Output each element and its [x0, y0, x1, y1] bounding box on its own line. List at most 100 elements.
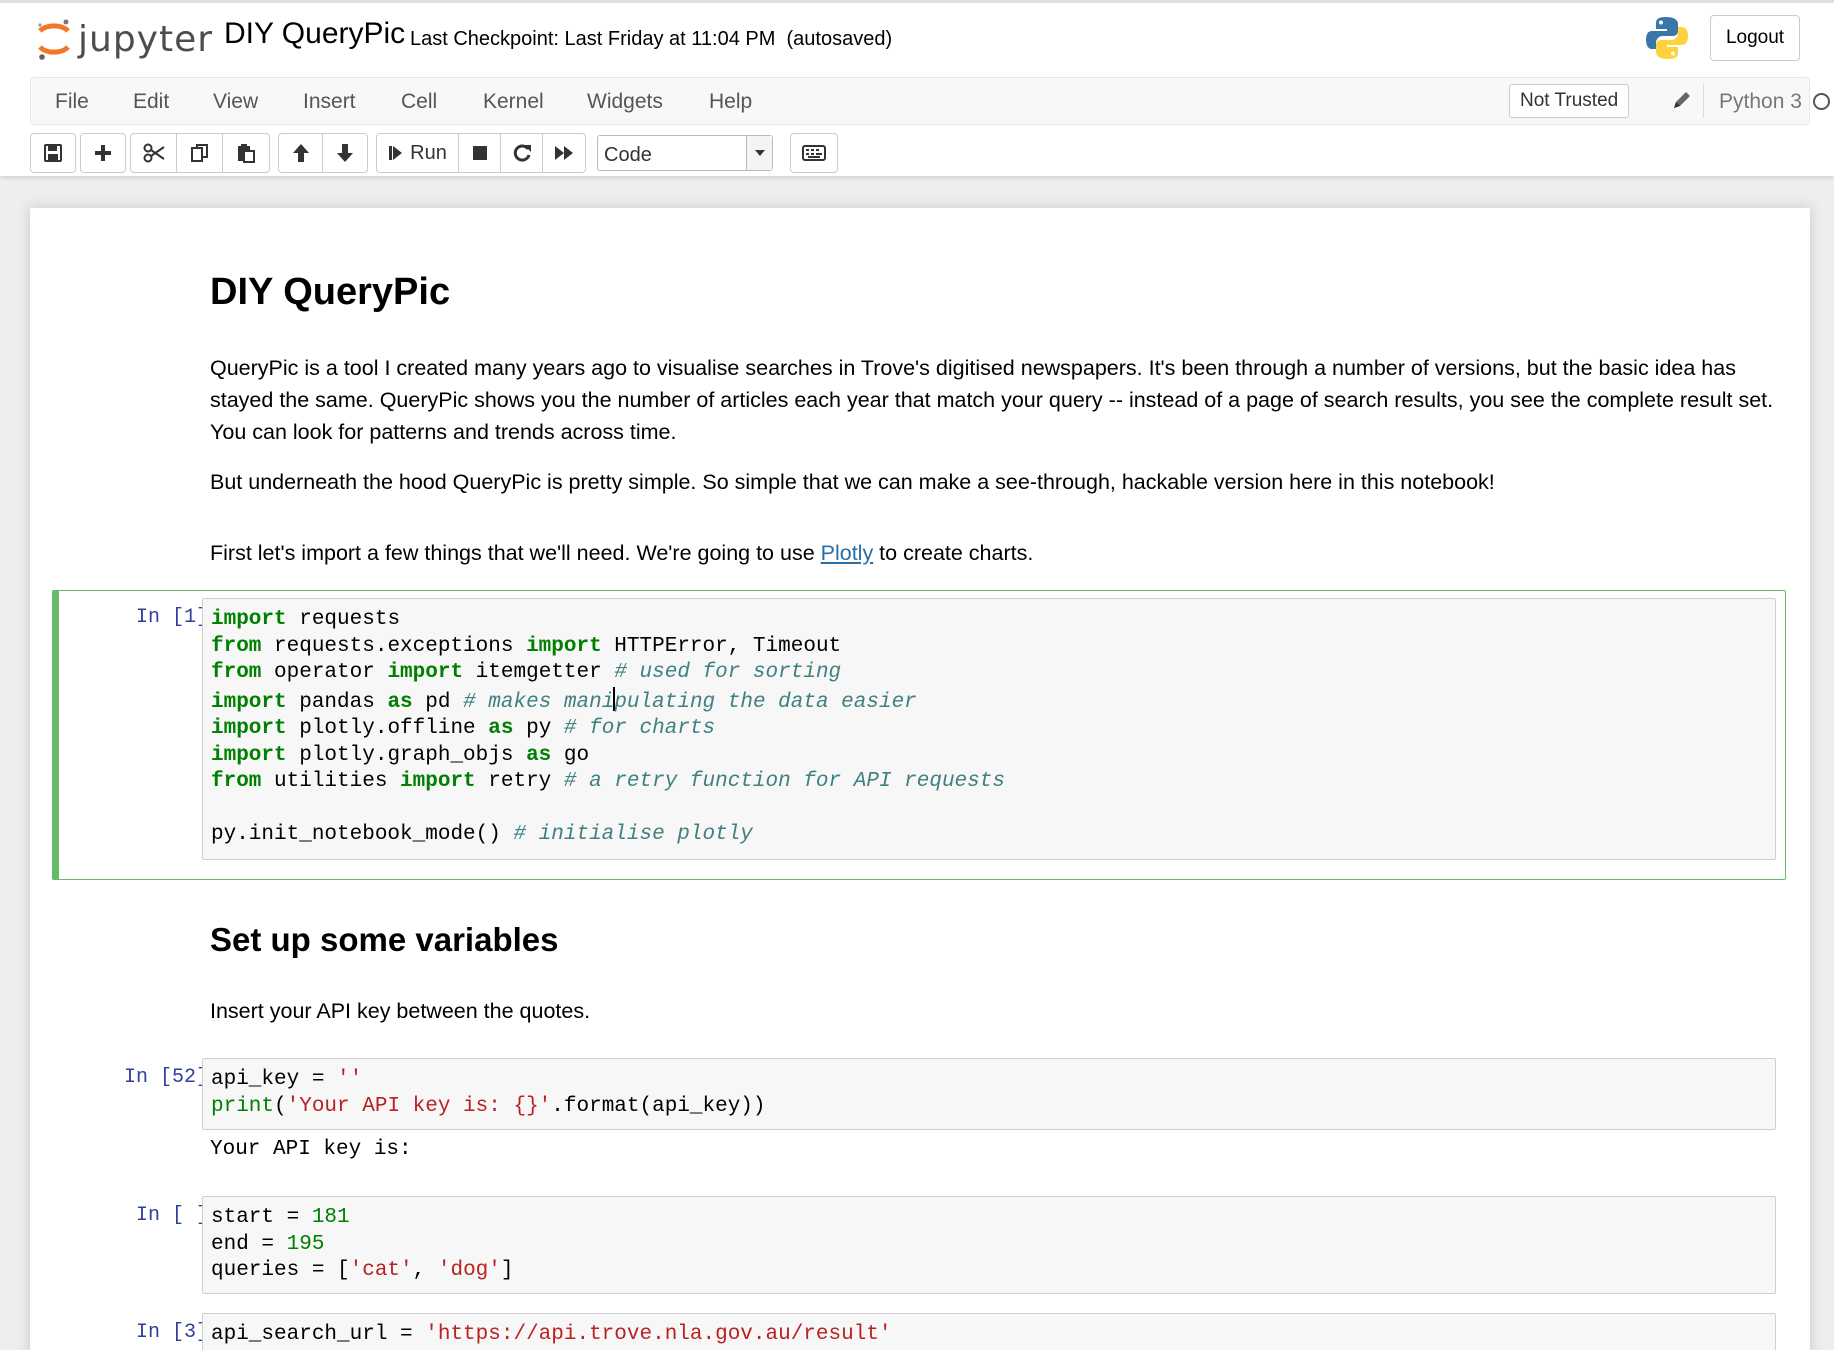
code-text: HTTPError, Timeout	[601, 634, 842, 658]
kernel-idle-icon	[1813, 93, 1830, 110]
import-text-before: First let's import a few things that we'…	[210, 541, 821, 565]
plotly-link[interactable]: Plotly	[821, 541, 874, 565]
menu-kernel[interactable]: Kernel	[483, 90, 544, 114]
cell-prompt: In [1]:	[135, 606, 220, 629]
hood-paragraph: But underneath the hood QueryPic is pret…	[210, 470, 1495, 494]
checkpoint-status: Last Checkpoint: Last Friday at 11:04 PM…	[410, 28, 893, 50]
paste-icon	[238, 144, 255, 163]
markdown-cell-setup[interactable]: Set up some variables	[210, 920, 1790, 960]
notebook-name[interactable]: DIY QueryPic	[224, 17, 405, 51]
code-number: 195	[286, 1232, 325, 1256]
code-keyword: as	[387, 690, 413, 714]
move-up-button[interactable]	[279, 134, 323, 172]
cell-prompt: In [3]:	[135, 1321, 220, 1344]
paste-button[interactable]	[223, 134, 269, 172]
command-palette-button[interactable]	[790, 133, 838, 173]
code-text: (	[274, 1094, 287, 1118]
kernel-divider	[1703, 84, 1704, 118]
code-text: api_search_url =	[211, 1323, 426, 1346]
code-text: itemgetter	[463, 661, 615, 684]
code-editor[interactable]: api_search_url = 'https://api.trove.nla.…	[202, 1313, 1776, 1350]
code-text: py	[513, 717, 564, 740]
code-text: pandas	[286, 690, 388, 714]
code-keyword: as	[488, 717, 514, 740]
code-comment: # a retry function for API requests	[563, 770, 1005, 793]
code-string: 'Your API key is: {}'	[286, 1094, 552, 1118]
code-comment: # makes mani	[463, 690, 615, 714]
code-line: start = 181	[211, 1205, 1767, 1232]
markdown-cell-title[interactable]: DIY QueryPic	[210, 270, 1790, 314]
code-line: end = 195	[211, 1232, 1767, 1259]
not-trusted-button[interactable]: Not Trusted	[1509, 84, 1630, 118]
code-comment: pulating the data easier	[614, 690, 917, 714]
menu-help[interactable]: Help	[709, 90, 752, 114]
code-line: from operator import itemgetter # used f…	[211, 660, 1767, 687]
code-keyword: as	[526, 743, 552, 767]
copy-icon	[190, 144, 208, 162]
code-line: print('Your API key is: {}'.format(api_k…	[211, 1094, 1767, 1121]
jupyter-logo[interactable]: jupyter	[36, 15, 213, 63]
markdown-cell-hood[interactable]: But underneath the hood QueryPic is pret…	[210, 466, 1790, 498]
code-text: py.init_notebook_mode()	[211, 823, 514, 846]
restart-button[interactable]	[501, 134, 543, 172]
restart-icon	[513, 144, 531, 162]
code-editor[interactable]: start = 181 end = 195 queries = ['cat', 'd…	[202, 1196, 1776, 1294]
menu-file[interactable]: File	[55, 90, 89, 114]
notebook-container: DIY QueryPic QueryPic is a tool I create…	[30, 208, 1810, 1350]
code-keyword: import	[526, 634, 602, 658]
code-text: end =	[211, 1232, 287, 1256]
insert-cell-button[interactable]	[81, 134, 125, 172]
menu-view[interactable]: View	[213, 90, 258, 114]
move-down-button[interactable]	[323, 134, 367, 172]
save-icon	[44, 144, 62, 162]
keyboard-icon	[802, 145, 826, 161]
menu-insert[interactable]: Insert	[303, 90, 356, 114]
code-editor[interactable]: api_key = '' print('Your API key is: {}'.…	[202, 1058, 1776, 1130]
jupyter-wordmark: jupyter	[78, 18, 214, 60]
cut-button[interactable]	[131, 134, 177, 172]
scissors-icon	[143, 143, 165, 163]
toolbar-run-group: Run	[376, 133, 586, 173]
code-text: operator	[261, 661, 388, 684]
kernel-name[interactable]: Python 3	[1719, 90, 1802, 114]
markdown-cell-api-instructions[interactable]: Insert your API key between the quotes.	[210, 995, 1790, 1027]
code-text: .format(api_key))	[551, 1094, 766, 1118]
code-line: from requests.exceptions import HTTPErro…	[211, 634, 1767, 661]
code-line: queries = ['cat', 'dog']	[211, 1258, 1767, 1285]
code-number: 181	[311, 1206, 350, 1229]
save-button[interactable]	[31, 134, 75, 172]
code-text: ]	[500, 1259, 514, 1282]
copy-button[interactable]	[177, 134, 223, 172]
code-line: import plotly.offline as py # for charts	[211, 716, 1767, 743]
run-all-button[interactable]	[543, 134, 585, 172]
menubar: File Edit View Insert Cell Kernel Widget…	[30, 77, 1830, 125]
menu-cell[interactable]: Cell	[401, 90, 437, 114]
code-text: plotly.graph_objs	[286, 743, 527, 767]
toolbar-insert-group	[80, 133, 126, 173]
interrupt-button[interactable]	[459, 134, 501, 172]
run-button[interactable]: Run	[377, 134, 459, 172]
arrow-up-icon	[292, 144, 309, 162]
menu-edit[interactable]: Edit	[133, 90, 169, 114]
toolbar-save-group	[30, 133, 76, 173]
code-keyword: import	[211, 743, 287, 767]
markdown-cell-imports[interactable]: First let's import a few things that we'…	[210, 537, 1790, 569]
notebook-header: jupyter DIY QueryPic Last Checkpoint: La…	[0, 0, 1834, 176]
cell-prompt: In [ ]:	[135, 1204, 220, 1227]
code-string: 'dog'	[437, 1259, 501, 1282]
markdown-cell-intro[interactable]: QueryPic is a tool I created many years …	[210, 352, 1790, 448]
code-keyword: from	[211, 661, 262, 684]
menu-widgets[interactable]: Widgets	[587, 90, 663, 114]
code-line: import pandas as pd # makes manipulating…	[211, 686, 1767, 717]
cell-type-select[interactable]: Code	[597, 135, 773, 171]
pencil-icon[interactable]	[1671, 89, 1693, 116]
logout-button[interactable]: Logout	[1710, 15, 1800, 61]
jupyter-logo-icon	[38, 19, 70, 60]
fast-forward-icon	[555, 146, 573, 160]
step-forward-icon	[389, 146, 403, 160]
python-logo-icon	[1644, 15, 1690, 66]
code-keyword: import	[211, 717, 287, 740]
code-text: pd	[412, 690, 464, 714]
code-editor[interactable]: import requests from requests.exceptions …	[202, 598, 1776, 860]
code-text: queries = [	[211, 1259, 350, 1282]
